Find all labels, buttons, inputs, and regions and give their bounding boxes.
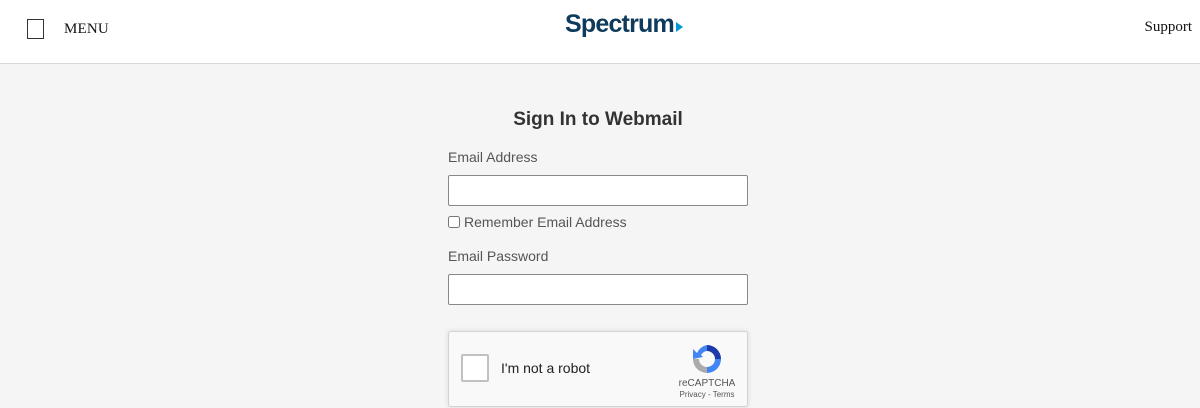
remember-email[interactable]: Remember Email Address — [448, 214, 627, 230]
recaptcha-links: Privacy - Terms — [665, 390, 749, 399]
recaptcha-label: I'm not a robot — [501, 360, 591, 376]
menu-icon[interactable] — [27, 19, 44, 39]
email-label: Email Address — [448, 149, 538, 165]
recaptcha-terms-link[interactable]: Terms — [713, 390, 735, 399]
sign-in-form: Sign In to Webmail Email Address Remembe… — [448, 108, 748, 407]
site-header: MENU Spectrum Support — [0, 0, 1200, 64]
support-link[interactable]: Support — [1144, 19, 1192, 36]
email-field[interactable] — [448, 175, 748, 206]
page-title: Sign In to Webmail — [513, 109, 683, 130]
logo-text[interactable]: Spectrum — [565, 10, 675, 39]
recaptcha-checkbox[interactable] — [461, 354, 489, 382]
menu-button[interactable]: MENU — [27, 19, 109, 39]
recaptcha-privacy-link[interactable]: Privacy — [680, 390, 706, 399]
recaptcha-brand: reCAPTCHA — [678, 378, 736, 389]
play-arrow-icon — [675, 21, 683, 32]
remember-email-label[interactable]: Remember Email Address — [464, 214, 627, 230]
remember-email-checkbox[interactable] — [448, 216, 460, 228]
recaptcha-widget: I'm not a robot reCAPTCHA Privacy - Term… — [448, 331, 748, 407]
password-label: Email Password — [448, 248, 549, 264]
password-field[interactable] — [448, 274, 748, 305]
spectrum-logo[interactable]: Spectrum — [565, 10, 683, 39]
recaptcha-link-separator: - — [705, 390, 713, 399]
recaptcha-logo-icon — [693, 345, 721, 373]
menu-label[interactable]: MENU — [64, 21, 109, 38]
